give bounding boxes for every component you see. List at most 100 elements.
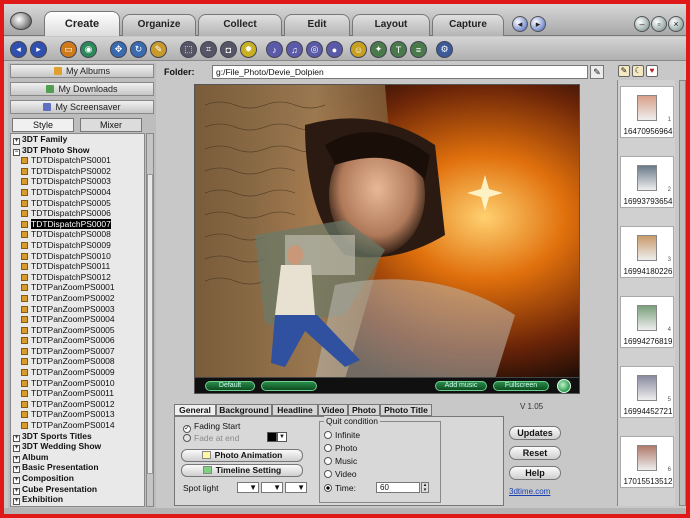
heart-icon[interactable]: ♥ xyxy=(646,65,658,77)
tree-item[interactable]: TDTDispatchPS0008 xyxy=(11,229,144,240)
quit-time-stepper[interactable]: ▴ ▾ xyxy=(421,482,429,493)
spot-light-dropdown-2[interactable]: ▼ xyxy=(261,482,283,493)
default-preset-dropdown[interactable]: Default xyxy=(205,381,255,391)
tree-item[interactable]: TDTPanZoomPS0010 xyxy=(11,378,144,389)
close-icon[interactable]: × xyxy=(668,16,684,32)
tree-item[interactable]: TDTDispatchPS0010 xyxy=(11,251,144,262)
my-albums-button[interactable]: My Albums xyxy=(10,64,154,78)
my-screensaver-button[interactable]: My Screensaver xyxy=(10,100,154,114)
record-icon[interactable]: ● xyxy=(326,41,343,58)
tree-group[interactable]: + Exhibition xyxy=(11,494,144,506)
tree-group[interactable]: + Album xyxy=(11,452,144,463)
spot-light-dropdown-1[interactable]: ▼ xyxy=(237,482,259,493)
photo-animation-button[interactable]: Photo Animation xyxy=(181,449,303,462)
thumbnail-item[interactable]: 4 16994276819 xyxy=(620,296,674,348)
tree-item[interactable]: TDTDispatchPS0006 xyxy=(11,208,144,219)
tree-item[interactable]: TDTPanZoomPS0009 xyxy=(11,367,144,378)
quit-infinite-radio[interactable]: Infinite xyxy=(324,430,360,440)
rotate-icon[interactable]: ↻ xyxy=(130,41,147,58)
my-downloads-button[interactable]: My Downloads xyxy=(10,82,154,96)
quit-time-radio[interactable]: Time: xyxy=(324,483,356,493)
tree-scrollbar[interactable] xyxy=(146,133,154,507)
minimize-icon[interactable]: – xyxy=(634,16,650,32)
expand-icon[interactable]: + xyxy=(13,138,20,145)
progress-slider[interactable] xyxy=(261,381,317,391)
forward-icon[interactable]: ▸ xyxy=(30,41,47,58)
text-icon[interactable]: T xyxy=(390,41,407,58)
tree-item[interactable]: TDTDispatchPS0002 xyxy=(11,166,144,177)
expand-icon[interactable]: + xyxy=(13,477,20,484)
tree-item[interactable]: TDTDispatchPS0012 xyxy=(11,272,144,283)
tree-item[interactable]: TDTPanZoomPS0003 xyxy=(11,304,144,315)
tree-item[interactable]: TDTDispatchPS0009 xyxy=(11,240,144,251)
expand-icon[interactable]: − xyxy=(13,148,20,156)
quit-photo-radio[interactable]: Photo xyxy=(324,443,357,453)
tree-item[interactable]: TDTPanZoomPS0004 xyxy=(11,314,144,325)
person-icon[interactable]: ☺ xyxy=(350,41,367,58)
select-icon[interactable]: ⬚ xyxy=(180,41,197,58)
quit-video-radio[interactable]: Video xyxy=(324,469,357,479)
tree-item[interactable]: TDTPanZoomPS0011 xyxy=(11,388,144,399)
tree-item[interactable]: TDTDispatchPS0005 xyxy=(11,198,144,209)
website-link[interactable]: 3dtime.com xyxy=(509,487,550,496)
list-icon[interactable]: ≡ xyxy=(410,41,427,58)
tab-style[interactable]: Style xyxy=(12,118,74,132)
tab-create[interactable]: Create xyxy=(44,11,120,36)
tab-headline[interactable]: Headline xyxy=(272,404,318,416)
tab-edit[interactable]: Edit xyxy=(284,14,350,36)
updates-button[interactable]: Updates xyxy=(509,426,561,440)
restore-icon[interactable]: ▫ xyxy=(651,16,667,32)
crop-icon[interactable]: ⌗ xyxy=(200,41,217,58)
extra-nav-icon[interactable]: ◂ xyxy=(512,16,528,32)
tree-item[interactable]: TDTPanZoomPS0005 xyxy=(11,325,144,336)
tree-group[interactable]: +3DT Sports Titles xyxy=(11,431,144,442)
effects-icon[interactable]: ✦ xyxy=(370,41,387,58)
tree-group[interactable]: + Basic Presentation xyxy=(11,462,144,474)
reset-button[interactable]: Reset xyxy=(509,446,561,460)
brush-icon[interactable]: ✎ xyxy=(150,41,167,58)
camera-icon[interactable]: ◘ xyxy=(220,41,237,58)
tree-item[interactable]: TDTPanZoomPS0006 xyxy=(11,335,144,346)
tab-general[interactable]: General xyxy=(174,404,216,416)
thumbnail-item[interactable]: 2 16993793654 xyxy=(620,156,674,208)
thumbnail-item[interactable]: 6 17015513512 xyxy=(620,436,674,488)
fade-color-swatch[interactable] xyxy=(267,432,277,442)
fade-color-dropdown[interactable]: ▼ xyxy=(277,432,287,442)
tab-capture[interactable]: Capture xyxy=(432,14,504,36)
tree-item[interactable]: TDTPanZoomPS0014 xyxy=(11,420,144,431)
tab-photo-title[interactable]: Photo Title xyxy=(380,404,432,416)
bulb-icon[interactable]: ✹ xyxy=(240,41,257,58)
tree-item[interactable]: TDTPanZoomPS0008 xyxy=(11,356,144,367)
mic-icon[interactable]: ◎ xyxy=(306,41,323,58)
tree-group[interactable]: +3DT Family xyxy=(11,134,144,145)
add-music-button[interactable]: Add music xyxy=(435,381,487,391)
tree-group[interactable]: + Cube Presentation xyxy=(11,484,144,495)
tab-video[interactable]: Video xyxy=(318,404,348,416)
tab-collect[interactable]: Collect xyxy=(198,14,282,36)
tab-layout[interactable]: Layout xyxy=(352,14,430,36)
tree-item[interactable]: TDTPanZoomPS0007 xyxy=(11,346,144,357)
help-button[interactable]: Help xyxy=(509,466,561,480)
tree-group[interactable]: −3DT Photo Show xyxy=(11,145,144,156)
globe-icon[interactable]: ◉ xyxy=(80,41,97,58)
tree-item[interactable]: TDTPanZoomPS0001 xyxy=(11,282,144,293)
thumbnail-scrollbar[interactable] xyxy=(679,80,686,506)
tree-item[interactable]: TDTPanZoomPS0013 xyxy=(11,409,144,420)
quit-music-radio[interactable]: Music xyxy=(324,456,357,466)
tab-background[interactable]: Background xyxy=(216,404,272,416)
tree-item[interactable]: TDTDispatchPS0001 xyxy=(11,155,144,166)
sound-icon[interactable]: ♫ xyxy=(286,41,303,58)
spot-light-dropdown-3[interactable]: ▼ xyxy=(285,482,307,493)
brush-tool-icon[interactable]: ✎ xyxy=(618,65,630,77)
tree-item[interactable]: TDTDispatchPS0004 xyxy=(11,187,144,198)
timeline-setting-button[interactable]: Timeline Setting xyxy=(181,464,303,477)
tab-mixer[interactable]: Mixer xyxy=(80,118,142,132)
tree-item[interactable]: TDTDispatchPS0007 xyxy=(11,218,144,230)
moon-icon[interactable]: ☾ xyxy=(632,65,644,77)
play-icon[interactable] xyxy=(557,379,571,393)
tab-organize[interactable]: Organize xyxy=(122,14,196,36)
tree-group[interactable]: +3DT Wedding Show xyxy=(11,441,144,453)
music-icon[interactable]: ♪ xyxy=(266,41,283,58)
folder-icon[interactable]: ▭ xyxy=(60,41,77,58)
thumbnail-item[interactable]: 5 16994452721 xyxy=(620,366,674,418)
